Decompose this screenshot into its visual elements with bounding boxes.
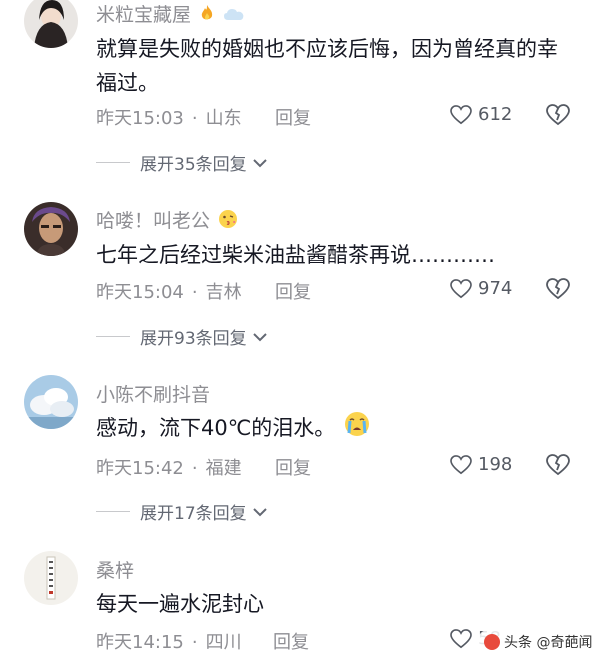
expand-replies-label[interactable]: 展开93条回复: [140, 324, 247, 349]
username-text[interactable]: 米粒宝藏屋: [96, 4, 191, 26]
reply-button[interactable]: 回复: [275, 104, 311, 130]
dislike-button[interactable]: [546, 454, 570, 480]
watermark-text: 头条 @奇葩闻: [504, 635, 593, 651]
kiss-emoji-icon: [218, 209, 238, 234]
comment-text: 每天一遍水泥封心: [96, 592, 264, 616]
username[interactable]: 桑梓: [96, 556, 134, 583]
username[interactable]: 哈喽！叫老公: [96, 206, 238, 234]
chevron-down-icon: [252, 332, 267, 341]
watermark: 头条 @奇葩闻: [478, 630, 599, 654]
comment-text: 感动，流下40℃的泪水。: [96, 416, 336, 440]
username-text[interactable]: 哈喽！叫老公: [96, 210, 210, 232]
heart-icon: [450, 454, 472, 474]
broken-heart-icon: [546, 278, 570, 300]
comment-location: 吉林: [205, 282, 242, 303]
separator-dot: ·: [191, 458, 198, 479]
dislike-button[interactable]: [546, 278, 570, 304]
like-button[interactable]: 612: [450, 104, 512, 125]
comment-location: 福建: [205, 458, 242, 479]
comment-time: 昨天14:15: [96, 632, 184, 653]
avatar[interactable]: [24, 551, 78, 605]
broken-heart-icon: [546, 454, 570, 476]
like-count: 198: [478, 454, 513, 475]
like-count: 974: [478, 278, 513, 299]
divider-line: [96, 162, 130, 163]
username-text[interactable]: 桑梓: [96, 560, 134, 582]
comment-location: 山东: [205, 108, 242, 129]
expand-replies-label[interactable]: 展开35条回复: [140, 150, 247, 175]
avatar[interactable]: [24, 375, 78, 429]
comment-time: 昨天15:03: [96, 108, 184, 129]
cloud-emoji-icon: [223, 5, 245, 27]
reply-button[interactable]: 回复: [275, 278, 311, 304]
dislike-button[interactable]: [546, 104, 570, 130]
divider-line: [96, 511, 130, 512]
chevron-down-icon: [252, 507, 267, 516]
comment-location: 四川: [205, 632, 242, 653]
separator-dot: ·: [191, 108, 198, 129]
separator-dot: ·: [191, 632, 198, 653]
comment-time: 昨天15:42: [96, 458, 184, 479]
heart-icon: [450, 278, 472, 298]
crying-emoji-icon: [344, 411, 370, 447]
like-count: 612: [478, 104, 513, 125]
reply-button[interactable]: 回复: [275, 454, 311, 480]
expand-replies-button[interactable]: 展开17条回复: [96, 499, 269, 524]
like-button[interactable]: 974: [450, 278, 512, 299]
expand-replies-button[interactable]: 展开35条回复: [96, 150, 269, 175]
comment-meta: 昨天15:42 · 福建: [96, 454, 242, 480]
comment-text: 七年之后经过柴米油盐酱醋茶再说…………: [96, 243, 495, 267]
expand-replies-button[interactable]: 展开93条回复: [96, 324, 269, 349]
chevron-down-icon: [252, 158, 267, 167]
reply-button[interactable]: 回复: [273, 628, 309, 654]
avatar[interactable]: [24, 202, 78, 256]
heart-icon: [450, 628, 472, 648]
comment-time: 昨天15:04: [96, 282, 184, 303]
divider-line: [96, 336, 130, 337]
username[interactable]: 小陈不刷抖音: [96, 380, 210, 407]
fire-emoji-icon: [199, 4, 215, 27]
like-button[interactable]: 198: [450, 454, 512, 475]
username[interactable]: 米粒宝藏屋: [96, 0, 245, 27]
comment-meta: 昨天14:15 · 四川: [96, 628, 242, 654]
separator-dot: ·: [191, 282, 198, 303]
expand-replies-label[interactable]: 展开17条回复: [140, 499, 247, 524]
heart-icon: [450, 104, 472, 124]
comment-text-wrap: 感动，流下40℃的泪水。: [96, 411, 576, 447]
comment-meta: 昨天15:03 · 山东: [96, 104, 242, 130]
username-text[interactable]: 小陈不刷抖音: [96, 384, 210, 406]
broken-heart-icon: [546, 104, 570, 126]
toutiao-logo-icon: [484, 634, 500, 650]
avatar[interactable]: [24, 0, 78, 48]
comment-meta: 昨天15:04 · 吉林: [96, 278, 242, 304]
comment-text: 就算是失败的婚姻也不应该后悔，因为曾经真的幸福过。: [96, 37, 558, 95]
